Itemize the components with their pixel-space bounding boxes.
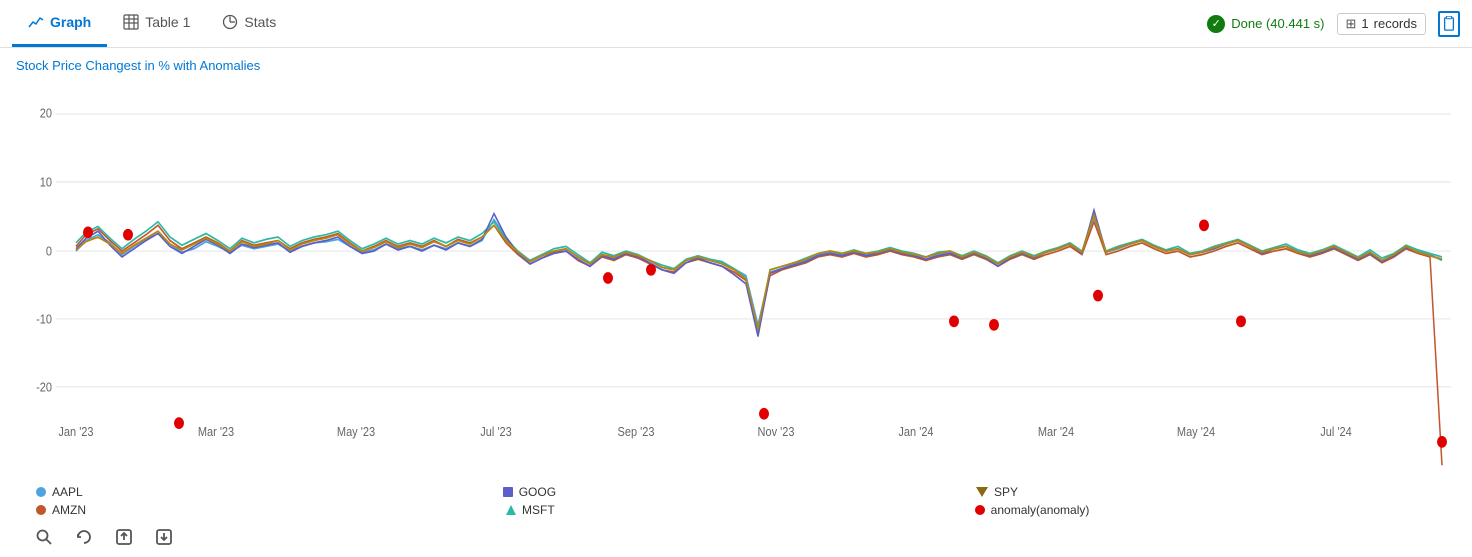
records-table-icon: ⊞ bbox=[1346, 16, 1357, 32]
legend-spy-label: SPY bbox=[994, 485, 1018, 499]
legend-item-msft: MSFT bbox=[506, 503, 555, 517]
legend-amzn-label: AMZN bbox=[52, 503, 86, 517]
legend-item-goog: GOOG bbox=[503, 485, 556, 499]
svg-text:Mar '23: Mar '23 bbox=[198, 424, 235, 439]
svg-text:Jul '23: Jul '23 bbox=[480, 424, 512, 439]
svg-text:Mar '24: Mar '24 bbox=[1038, 424, 1075, 439]
legend-row-1: AAPL GOOG SPY bbox=[36, 485, 1456, 499]
svg-text:Sep '23: Sep '23 bbox=[618, 424, 655, 439]
legend-spy-triangle bbox=[976, 487, 988, 497]
svg-text:-10: -10 bbox=[36, 312, 52, 327]
main-chart-svg: 20 10 0 -10 -20 Jan '23 Mar '23 May '23 … bbox=[16, 79, 1456, 477]
legend-anomaly-dot bbox=[975, 505, 985, 515]
chart-svg-area: 20 10 0 -10 -20 Jan '23 Mar '23 May '23 … bbox=[16, 79, 1456, 477]
records-label: records bbox=[1374, 16, 1417, 31]
download-button[interactable] bbox=[152, 525, 176, 549]
legend-anomaly-label: anomaly(anomaly) bbox=[991, 503, 1090, 517]
legend-amzn-dot bbox=[36, 505, 46, 515]
done-check-icon: ✓ bbox=[1207, 15, 1225, 33]
search-button[interactable] bbox=[32, 525, 56, 549]
tab-graph-label: Graph bbox=[50, 14, 91, 30]
chart-container: 20 10 0 -10 -20 Jan '23 Mar '23 May '23 … bbox=[16, 79, 1456, 557]
svg-text:Jan '24: Jan '24 bbox=[898, 424, 933, 439]
legend-item-aapl: AAPL bbox=[36, 485, 83, 499]
toolbar bbox=[16, 519, 1456, 557]
records-count: 1 bbox=[1361, 16, 1368, 31]
svg-text:May '23: May '23 bbox=[337, 424, 375, 439]
refresh-button[interactable] bbox=[72, 525, 96, 549]
svg-text:Nov '23: Nov '23 bbox=[758, 424, 795, 439]
tab-graph[interactable]: Graph bbox=[12, 0, 107, 47]
top-bar: Graph Table 1 Stats ✓ D bbox=[0, 0, 1472, 48]
legend-msft-triangle-up bbox=[506, 505, 516, 515]
records-badge: ⊞ 1 records bbox=[1337, 13, 1427, 35]
chart-title: Stock Price Changest in % with Anomalies bbox=[16, 58, 1456, 73]
svg-text:-20: -20 bbox=[36, 380, 52, 395]
svg-text:10: 10 bbox=[40, 175, 53, 190]
svg-text:Jul '24: Jul '24 bbox=[1320, 424, 1352, 439]
legend-msft-label: MSFT bbox=[522, 503, 555, 517]
legend-item-amzn: AMZN bbox=[36, 503, 86, 517]
legend-aapl-dot bbox=[36, 487, 46, 497]
legend-goog-square bbox=[503, 487, 513, 497]
svg-text:0: 0 bbox=[46, 244, 52, 259]
legend-item-spy: SPY bbox=[976, 485, 1018, 499]
svg-text:Jan '23: Jan '23 bbox=[58, 424, 93, 439]
top-bar-right: ✓ Done (40.441 s) ⊞ 1 records bbox=[1207, 11, 1460, 37]
legend-goog-label: GOOG bbox=[519, 485, 556, 499]
legend-area: AAPL GOOG SPY A bbox=[16, 477, 1456, 519]
tab-table1[interactable]: Table 1 bbox=[107, 0, 206, 47]
legend-aapl-label: AAPL bbox=[52, 485, 83, 499]
tab-stats-label: Stats bbox=[244, 14, 276, 30]
table-icon bbox=[123, 14, 139, 30]
chart-area: Stock Price Changest in % with Anomalies… bbox=[0, 48, 1472, 557]
svg-text:20: 20 bbox=[40, 106, 53, 121]
clipboard-icon[interactable] bbox=[1438, 11, 1460, 37]
stats-icon bbox=[222, 14, 238, 30]
done-label: Done (40.441 s) bbox=[1231, 16, 1324, 31]
legend-row-2: AMZN MSFT anomaly(anomaly) bbox=[36, 503, 1456, 517]
status-done: ✓ Done (40.441 s) bbox=[1207, 15, 1324, 33]
export-button[interactable] bbox=[112, 525, 136, 549]
chart-icon bbox=[28, 14, 44, 30]
legend-item-anomaly: anomaly(anomaly) bbox=[975, 503, 1090, 517]
tab-table1-label: Table 1 bbox=[145, 14, 190, 30]
tab-stats[interactable]: Stats bbox=[206, 0, 292, 47]
svg-text:May '24: May '24 bbox=[1177, 424, 1215, 439]
